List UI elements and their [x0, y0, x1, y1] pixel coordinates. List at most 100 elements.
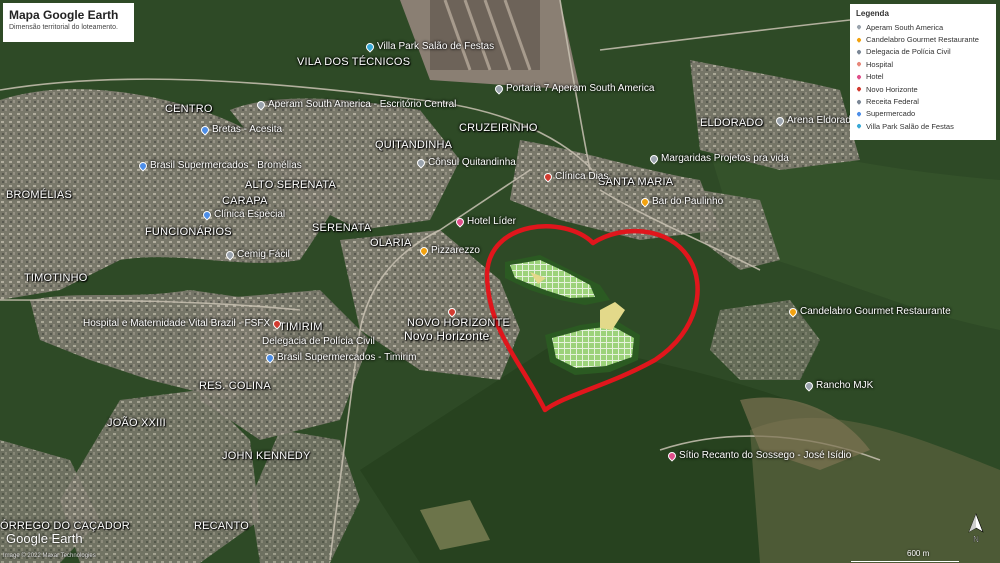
legend-pin-icon — [854, 60, 864, 69]
aperam-pin-icon — [493, 82, 505, 95]
hospital-pin-icon — [542, 170, 554, 183]
poi-rancho-mjk[interactable]: Rancho MJK — [803, 379, 874, 392]
poi-hospital-vital-brazil[interactable]: Hospital e Maternidade Vital Brazil - FS… — [83, 317, 283, 330]
poi-label: Cemig Fácil — [237, 249, 290, 260]
label-cruzeirinho: CRUZEIRINHO — [459, 122, 538, 134]
imagery-credit: Image © 2022 Maxar Technologies — [3, 553, 96, 559]
poi-consul[interactable]: Cônsul Quitandinha — [415, 156, 516, 169]
map-title: Mapa Google Earth — [9, 8, 119, 22]
legend-pin-icon — [854, 122, 864, 131]
poi-label: Rancho MJK — [816, 380, 874, 391]
legend-item-label: Candelabro Gourmet Restaurante — [866, 35, 979, 45]
legend-item-label: Supermercado — [866, 109, 916, 119]
label-santa-maria: SANTA MARIA — [598, 176, 674, 188]
legend-item-label: Novo Horizonte — [866, 84, 918, 94]
label-vila-dos-tecnicos: VILA DOS TÉCNICOS — [297, 56, 411, 68]
legend-item: Candelabro Gourmet Restaurante — [854, 33, 990, 45]
novo-horizonte-pin-icon — [446, 306, 458, 318]
poi-bretas[interactable]: Bretas - Acesita — [199, 123, 283, 136]
legend-item: Supermercado — [854, 108, 990, 120]
poi-margaridas[interactable]: Margaridas Projetos pra vida — [648, 152, 789, 165]
poi-villa-park[interactable]: Villa Park Salão de Festas — [364, 40, 495, 53]
poi-clinica-dias[interactable]: Clínica Dias — [542, 170, 609, 183]
label-eldorado: ELDORADO — [700, 117, 764, 129]
poi-cemig[interactable]: Cemig Fácil — [224, 248, 290, 261]
poi-hotel-lider[interactable]: Hotel Líder — [454, 215, 516, 228]
poi-novo-horizonte-pin[interactable] — [446, 306, 458, 318]
label-timirim: TIMIRIM — [279, 321, 323, 333]
poi-sitio-recanto[interactable]: Sítio Recanto do Sossego - José Isídio — [666, 449, 851, 462]
poi-label: Portaria 7 Aperam South America — [506, 83, 655, 94]
legend-pin-icon — [854, 22, 864, 32]
legend-pin-icon — [854, 84, 864, 94]
poi-label: Bretas - Acesita — [212, 124, 283, 135]
label-john-kennedy: JOHN KENNEDY — [222, 450, 311, 462]
poi-candelabro[interactable]: Candelabro Gourmet Restaurante — [787, 305, 951, 318]
map-title-box: Mapa Google Earth Dimensão territorial d… — [3, 3, 134, 42]
label-res-colina: RES. COLINA — [199, 380, 271, 392]
poi-bar-do-paulinho[interactable]: Bar do Paulinho — [639, 195, 723, 208]
poi-label: Delegacia de Polícia Civil — [262, 336, 375, 347]
clinic-pin-icon — [201, 208, 213, 221]
poi-label: Cônsul Quitandinha — [428, 157, 516, 168]
legend-item-label: Delegacia de Polícia Civil — [866, 47, 951, 57]
aperam-pin-icon — [255, 98, 267, 111]
poi-label: Clínica Especial — [214, 209, 286, 220]
label-bromelias: BROMÉLIAS — [6, 189, 72, 201]
poi-delegacia[interactable]: Delegacia de Polícia Civil — [262, 336, 375, 347]
poi-portaria-aperam[interactable]: Portaria 7 Aperam South America — [493, 82, 655, 95]
label-novo-horizonte-upper: NOVO HORIZONTE — [407, 317, 511, 329]
compass-label: N — [973, 535, 979, 544]
label-centro: CENTRO — [165, 103, 213, 115]
poi-brasil-bromelias[interactable]: Brasil Supermercados - Bromélias — [137, 159, 302, 172]
restaurant-pin-icon — [639, 195, 651, 208]
label-carapa: CARAPA — [222, 195, 268, 207]
label-joao-xxiii: JOÃO XXIII — [107, 417, 166, 429]
legend-item: Aperam South America — [854, 21, 990, 33]
poi-aperam-escritorio[interactable]: Aperam South America - Escritório Centra… — [255, 98, 456, 111]
poi-pizzarezzo[interactable]: Pizzarezzo — [418, 244, 480, 257]
restaurant-pin-icon — [787, 305, 799, 318]
poi-label: Clínica Dias — [555, 171, 609, 182]
map-view[interactable]: VILA DOS TÉCNICOS CENTRO CRUZEIRINHO QUI… — [0, 0, 1000, 563]
map-subtitle: Dimensão territorial do loteamento. — [9, 24, 118, 31]
legend-pin-icon — [854, 35, 864, 44]
label-serenata: SERENATA — [312, 222, 372, 234]
legend-item-label: Receita Federal — [866, 97, 919, 107]
label-olaria: OLARIA — [370, 237, 412, 249]
label-funcionarios: FUNCIONÁRIOS — [145, 226, 232, 238]
legend-pin-icon — [854, 47, 864, 57]
legend-item-label: Hotel — [866, 72, 884, 82]
service-pin-icon — [224, 248, 236, 261]
hospital-pin-icon — [271, 317, 283, 330]
poi-label: Candelabro Gourmet Restaurante — [800, 306, 951, 317]
poi-label: Arena Eldorado — [787, 115, 857, 126]
legend-item: Hotel — [854, 71, 990, 83]
poi-clinica-especial[interactable]: Clínica Especial — [201, 208, 286, 221]
hotel-pin-icon — [454, 215, 466, 228]
poi-arena-eldorado[interactable]: Arena Eldorado — [774, 114, 857, 127]
legend-item: Novo Horizonte — [854, 83, 990, 95]
scale-label: 600 m — [907, 549, 930, 558]
google-earth-logo: Google Earth — [6, 531, 83, 546]
legend-title: Legenda — [856, 9, 889, 18]
north-arrow-icon[interactable]: N — [964, 512, 988, 544]
villa-park-pin-icon — [364, 40, 376, 53]
label-timotinho: TIMOTINHO — [24, 272, 88, 284]
legend-item: Receita Federal — [854, 95, 990, 107]
poi-label: Hospital e Maternidade Vital Brazil - FS… — [83, 318, 271, 329]
legend-item-label: Hospital — [866, 59, 894, 69]
place-pin-icon — [803, 379, 815, 392]
store-pin-icon — [415, 156, 427, 169]
label-quitandinha: QUITANDINHA — [375, 139, 453, 151]
poi-label: Villa Park Salão de Festas — [377, 41, 495, 52]
arena-pin-icon — [774, 114, 786, 127]
lodging-pin-icon — [666, 449, 678, 462]
poi-brasil-timirim[interactable]: Brasil Supermercados - Timirim — [264, 351, 417, 364]
poi-label: Brasil Supermercados - Bromélias — [150, 160, 302, 171]
supermarket-pin-icon — [137, 159, 149, 172]
legend-item: Delegacia de Polícia Civil — [854, 46, 990, 58]
legend-panel: Legenda Aperam South America Candelabro G… — [850, 4, 996, 140]
poi-label: Brasil Supermercados - Timirim — [277, 352, 417, 363]
poi-label: Hotel Líder — [467, 216, 516, 227]
